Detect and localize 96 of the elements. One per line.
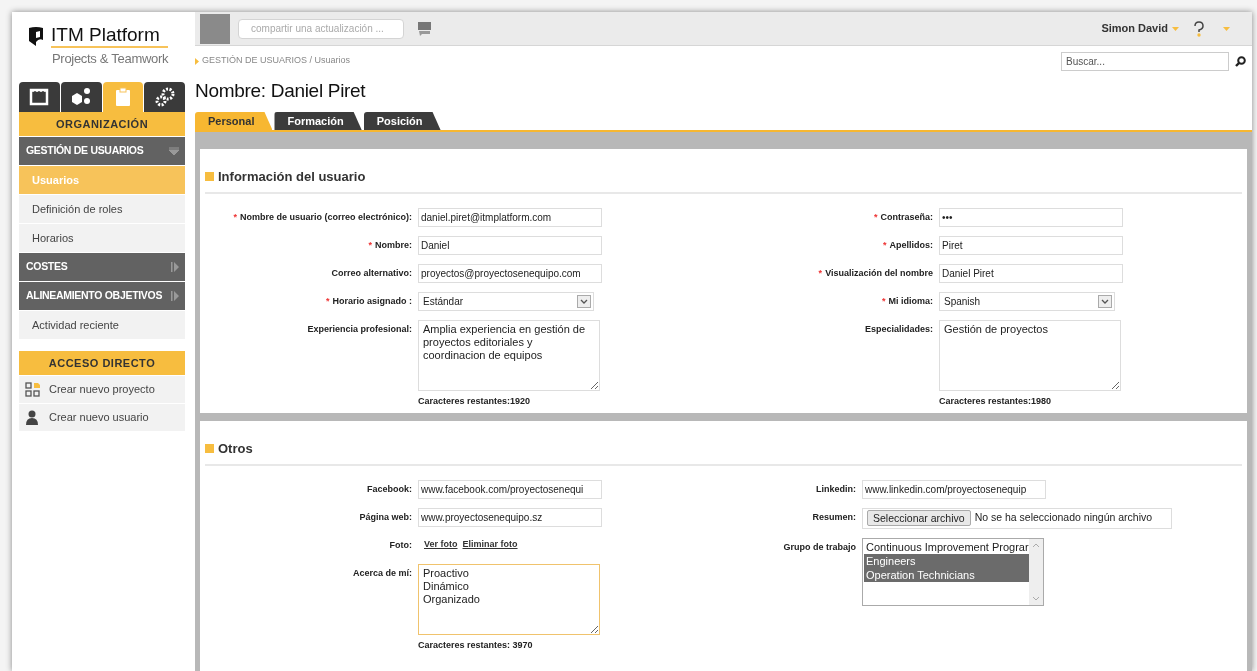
required-asterisk: *	[882, 239, 887, 250]
chat-icon	[418, 21, 432, 36]
text-field[interactable]: •••	[939, 207, 1123, 227]
photo-link[interactable]: Eliminar foto	[462, 538, 518, 552]
file-status: No se ha seleccionado ningún archivo	[974, 510, 1153, 526]
required-asterisk: *	[882, 295, 886, 306]
text-field[interactable]: proyectos@proyectosenequipo.com	[418, 263, 602, 283]
clipboard-icon	[113, 87, 132, 107]
text-field[interactable]: www.linkedin.com/proyectosenequip	[862, 479, 1046, 499]
photo-link[interactable]: Ver foto	[424, 538, 458, 552]
chevron-down-icon	[577, 294, 591, 308]
gears-icon	[153, 87, 176, 107]
shortcut-link[interactable]: Crear nuevo proyecto	[19, 376, 185, 403]
text-area[interactable]: Proactivo Dinámico Organizado	[418, 563, 600, 635]
logo-subtitle: Projects & Teamwork	[52, 50, 170, 68]
list-option[interactable]: Continuous Improvement Prograr	[864, 539, 1029, 554]
caret-icon	[1172, 26, 1179, 31]
shortcuts-title: ACCESO DIRECTO	[19, 351, 185, 375]
field-label: * Horario asignado :	[324, 294, 412, 308]
breadcrumb-arrow-icon	[195, 57, 199, 65]
breadcrumb: GESTIÓN DE USUARIOS / Usuarios	[202, 54, 351, 68]
help-icon	[1193, 20, 1205, 37]
tab[interactable]: Posición	[363, 112, 441, 130]
expand-icon	[171, 291, 179, 301]
required-asterisk: *	[818, 267, 823, 278]
logo-title: ITM Platform	[51, 24, 168, 48]
collapse-icon	[169, 147, 179, 155]
module-tab[interactable]	[144, 82, 185, 112]
field-label: Foto:	[388, 538, 412, 552]
project-icon	[25, 382, 41, 397]
dropdown[interactable]: Estándar	[418, 291, 594, 311]
field-label: Correo alternativo:	[330, 266, 412, 280]
calendar-icon	[29, 88, 50, 106]
menu-item[interactable]: Horarios	[19, 224, 185, 252]
page-title: Nombre: Daniel Piret	[195, 79, 367, 103]
menu-item[interactable]: Definición de roles	[19, 195, 185, 223]
field-label: * Mi idioma:	[881, 294, 933, 308]
field-label: Resumen:	[811, 510, 856, 524]
menu-item[interactable]: Actividad reciente	[19, 311, 185, 339]
dropdown[interactable]: Spanish	[939, 291, 1115, 311]
share-update-field[interactable]: compartir una actualización ...	[238, 18, 404, 39]
module-title: ORGANIZACIÓN	[19, 112, 185, 136]
chevron-down-icon	[1098, 294, 1112, 308]
user-icon	[25, 410, 41, 425]
tab[interactable]: Personal	[195, 112, 273, 130]
menu-section[interactable]: GESTIÓN DE USUARIOS	[19, 137, 185, 165]
character-counter: Caracteres restantes: 3970	[418, 638, 534, 652]
required-asterisk: *	[873, 211, 878, 222]
text-area[interactable]: Gestión de proyectos	[939, 319, 1121, 391]
text-field[interactable]: daniel.piret@itmplatform.com	[418, 207, 602, 227]
choose-file-button[interactable]: Seleccionar archivo	[867, 510, 971, 526]
caret-icon	[1223, 26, 1230, 31]
module-tab[interactable]	[60, 82, 102, 112]
field-label: Grupo de trabajo	[782, 540, 856, 554]
cubes-icon	[70, 87, 93, 107]
field-label: Experiencia profesional:	[306, 322, 412, 336]
text-field[interactable]: Piret	[939, 235, 1123, 255]
field-label: Facebook:	[366, 482, 412, 496]
field-label: Acerca de mí:	[351, 566, 412, 580]
scrollbar-icon	[1029, 538, 1043, 605]
section-marker-icon	[205, 172, 214, 182]
user-menu[interactable]: Simon David	[1101, 20, 1179, 37]
field-label: Especialidades:	[863, 322, 933, 336]
menu-section[interactable]: COSTES	[19, 253, 185, 281]
logo-icon	[27, 26, 45, 46]
section-marker-icon	[205, 444, 214, 454]
text-field[interactable]: www.facebook.com/proyectosenequi	[418, 479, 602, 499]
search-icon	[1235, 55, 1246, 67]
shortcut-link[interactable]: Crear nuevo usuario	[19, 404, 185, 431]
section-title: Otros	[218, 440, 253, 458]
expand-icon	[171, 262, 179, 272]
field-label: * Nombre:	[367, 238, 412, 252]
menu-section[interactable]: ALINEAMIENTO OBJETIVOS	[19, 282, 185, 310]
required-asterisk: *	[368, 239, 372, 250]
tab[interactable]: Formación	[274, 112, 362, 130]
search-field[interactable]: Buscar...	[1061, 51, 1229, 71]
field-label: Página web:	[358, 510, 412, 524]
character-counter: Caracteres restantes:1980	[939, 394, 1053, 408]
listbox[interactable]: Continuous Improvement Prograr Engineers Operation Technicians	[862, 537, 1044, 606]
required-asterisk: *	[325, 295, 330, 306]
character-counter: Caracteres restantes:1920	[418, 394, 532, 408]
field-label: * Apellidos:	[881, 238, 933, 252]
list-option[interactable]: Engineers	[864, 553, 1029, 568]
file-field[interactable]: Seleccionar archivo No se ha seleccionado ningún archivo	[862, 507, 1172, 529]
field-label: * Contraseña:	[872, 210, 933, 224]
field-label: * Visualización del nombre	[817, 266, 933, 280]
text-area[interactable]: Amplia experiencia en gestión de proyectos editoriales y coordinacion de equipos	[418, 319, 600, 391]
text-field[interactable]: Daniel Piret	[939, 263, 1123, 283]
field-label: Linkedin:	[815, 482, 856, 496]
module-tab[interactable]	[19, 82, 60, 112]
section-title: Información del usuario	[218, 168, 366, 186]
required-asterisk: *	[233, 211, 237, 222]
field-label: * Nombre de usuario (correo electrónico):	[232, 210, 412, 224]
avatar-photo-placeholder	[200, 13, 230, 44]
text-field[interactable]: Daniel	[418, 235, 602, 255]
text-field[interactable]: www.proyectosenequipo.sz	[418, 507, 602, 527]
